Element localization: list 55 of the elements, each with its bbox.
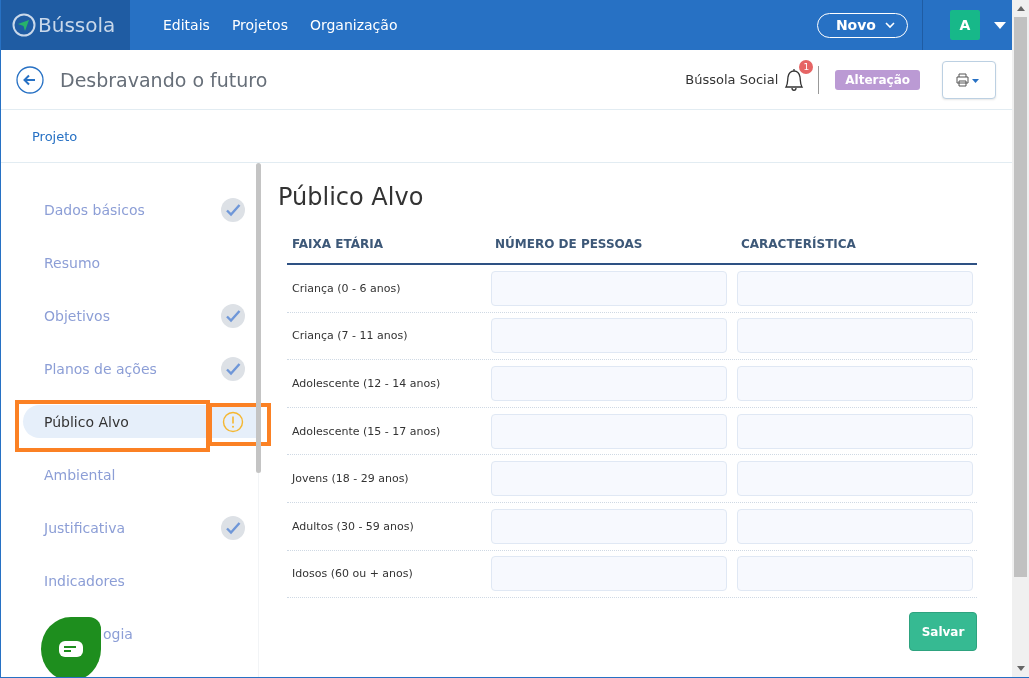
input-field[interactable]: [491, 556, 727, 592]
chat-icon: [58, 640, 84, 658]
input-field[interactable]: [491, 318, 727, 354]
input-field[interactable]: [737, 461, 973, 497]
column-header: CARACTERÍSTICA: [740, 237, 857, 251]
chevron-down-icon: [885, 21, 895, 29]
column-header: NÚMERO DE PESSOAS: [494, 237, 644, 251]
sidebar-item[interactable]: Objetivos: [23, 299, 209, 332]
sidebar-item[interactable]: Planos de ações: [23, 352, 209, 385]
input-field[interactable]: [737, 413, 973, 449]
sidebar-item[interactable]: ogia: [23, 617, 209, 650]
save-button[interactable]: Salvar: [909, 612, 977, 652]
nav-link[interactable]: Organização: [298, 17, 409, 33]
nav-link[interactable]: Editais: [152, 17, 221, 33]
column-header: FAIXA ETÁRIA: [291, 237, 385, 251]
compass-icon: [12, 13, 36, 37]
scrollbar-thumb[interactable]: [256, 163, 261, 473]
sidebar-item[interactable]: Resumo: [23, 246, 209, 279]
sidebar-item[interactable]: Público Alvo: [23, 405, 209, 438]
input-field[interactable]: [491, 508, 727, 544]
print-button[interactable]: [942, 60, 996, 99]
input-field[interactable]: [737, 318, 973, 354]
status-badge: Alteração: [835, 69, 920, 90]
input-field[interactable]: [737, 508, 973, 544]
section-title: Público Alvo: [278, 183, 425, 211]
table-cell-text: Adultos (30 - 59 anos): [291, 519, 415, 533]
scroll-down-icon[interactable]: [1016, 666, 1025, 671]
project-title: Desbravando o futuro: [60, 68, 268, 91]
table-cell-text: Criança (0 - 6 anos): [291, 281, 402, 295]
notification-badge: 1: [799, 59, 814, 74]
input-field[interactable]: [737, 270, 973, 306]
sidebar-item[interactable]: Justificativa: [23, 511, 209, 544]
table-cell-text: Criança (7 - 11 anos): [291, 329, 409, 343]
input-field[interactable]: [491, 461, 727, 497]
input-field[interactable]: [491, 366, 727, 401]
table-cell-text: Jovens (18 - 29 anos): [290, 472, 410, 486]
nav-link[interactable]: Projetos: [220, 17, 299, 33]
tab[interactable]: Projeto: [32, 128, 78, 144]
chat-button[interactable]: [41, 617, 101, 677]
input-field[interactable]: [737, 556, 973, 592]
scroll-up-icon[interactable]: [1016, 6, 1025, 11]
sidebar-item[interactable]: Dados básicos: [23, 193, 209, 226]
sidebar-item[interactable]: Ambiental: [23, 458, 209, 491]
input-field[interactable]: [737, 366, 973, 401]
caret-icon: [994, 21, 1006, 29]
sidebar-item[interactable]: Indicadores: [23, 564, 209, 597]
organization-name: Bússola Social: [685, 72, 779, 87]
scrollbar-thumb[interactable]: [1014, 17, 1027, 577]
input-field[interactable]: [491, 413, 727, 449]
input-field[interactable]: [491, 270, 727, 306]
logo-text[interactable]: Bússola: [38, 13, 116, 37]
table-cell-text: Idosos (60 ou + anos): [291, 567, 414, 581]
table-cell-text: Adolescente (15 - 17 anos): [291, 424, 442, 438]
avatar[interactable]: A: [950, 10, 980, 40]
table-cell-text: Adolescente (12 - 14 anos): [291, 377, 442, 390]
